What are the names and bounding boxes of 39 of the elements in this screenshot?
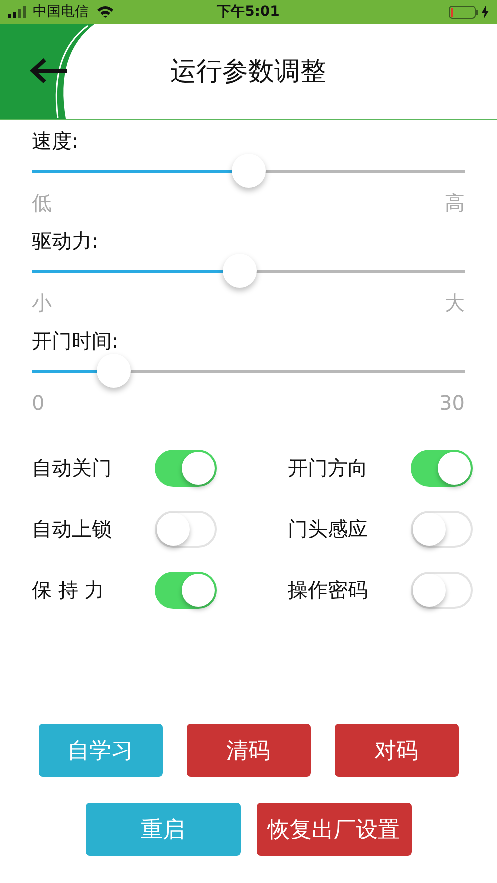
toggle-switch[interactable] — [155, 511, 217, 548]
min-label: 低 — [32, 190, 52, 217]
slider-thumb[interactable] — [222, 254, 257, 288]
toggle-label: 保 持 力 — [32, 577, 106, 604]
charging-icon — [482, 6, 489, 18]
back-button[interactable] — [30, 58, 68, 84]
battery-icon — [449, 6, 479, 18]
max-label: 大 — [445, 290, 465, 317]
status-time: 下午5:01 — [217, 4, 280, 20]
toggle-switch[interactable] — [411, 450, 473, 487]
signal-icon — [8, 6, 28, 18]
wifi-icon — [97, 6, 114, 18]
min-label: 小 — [32, 290, 52, 317]
slider[interactable] — [32, 354, 465, 388]
slider-label: 开门时间: — [32, 329, 119, 353]
toggle-label: 操作密码 — [288, 577, 369, 604]
toggle-label: 自动上锁 — [32, 516, 113, 543]
toggle-label: 开门方向 — [288, 455, 369, 482]
toggle-switch[interactable] — [155, 572, 217, 609]
max-label: 30 — [440, 390, 465, 417]
carrier-name: 中国电信 — [33, 3, 89, 21]
toggle-label: 自动关门 — [32, 455, 113, 482]
toggle-switch[interactable] — [411, 511, 473, 548]
min-label: 0 — [32, 390, 45, 417]
toggle-label: 门头感应 — [288, 516, 369, 543]
toggle-switch[interactable] — [411, 572, 473, 609]
page-title: 运行参数调整 — [170, 56, 326, 89]
slider-thumb[interactable] — [97, 354, 132, 388]
action-button[interactable]: 清码 — [186, 724, 310, 777]
action-button[interactable]: 对码 — [334, 724, 458, 777]
action-button[interactable]: 恢复出厂设置 — [256, 803, 412, 856]
slider[interactable] — [32, 254, 465, 288]
slider-thumb[interactable] — [232, 154, 266, 188]
toggle-switch[interactable] — [155, 450, 217, 487]
back-arrow-icon — [30, 58, 68, 84]
max-label: 高 — [445, 190, 465, 217]
slider-label: 速度: — [32, 129, 79, 153]
slider-label: 驱动力: — [32, 229, 99, 253]
slider[interactable] — [32, 154, 465, 188]
